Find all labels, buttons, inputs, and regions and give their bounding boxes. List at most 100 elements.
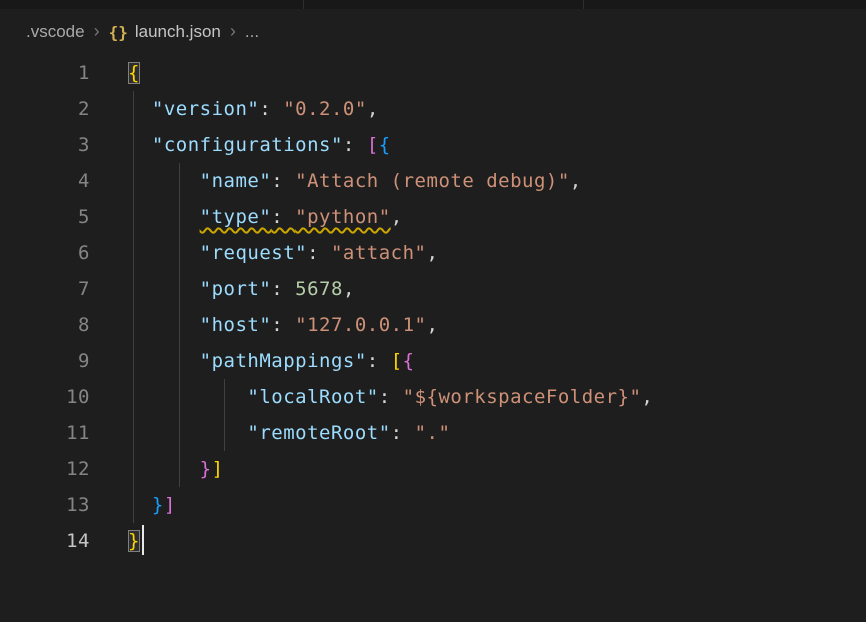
token: "pathMappings" bbox=[200, 350, 367, 372]
line-number[interactable]: 3 bbox=[0, 127, 90, 163]
code-line[interactable]: 6 "request": "attach", bbox=[0, 235, 866, 271]
code-content: "request": "attach", bbox=[90, 235, 438, 271]
token: } bbox=[200, 458, 212, 480]
token: } bbox=[152, 494, 164, 516]
code-line[interactable]: 4 "name": "Attach (remote debug)", bbox=[0, 163, 866, 199]
code-content: "pathMappings": [{ bbox=[90, 343, 415, 379]
code-line[interactable]: 5 "type": "python", bbox=[0, 199, 866, 235]
tab-bar-edge bbox=[0, 0, 866, 9]
token: : bbox=[271, 314, 295, 336]
token: "${workspaceFolder}" bbox=[403, 386, 642, 408]
token: : bbox=[367, 350, 391, 372]
token bbox=[128, 314, 200, 336]
code-line[interactable]: 3 "configurations": [{ bbox=[0, 127, 866, 163]
token: "request" bbox=[200, 242, 307, 264]
token: : bbox=[391, 422, 415, 444]
code-line[interactable]: 2 "version": "0.2.0", bbox=[0, 91, 866, 127]
code-content: }] bbox=[90, 451, 224, 487]
tab-divider bbox=[303, 0, 304, 9]
token: "port" bbox=[200, 278, 272, 300]
token: : bbox=[307, 242, 331, 264]
token: "127.0.0.1" bbox=[295, 314, 426, 336]
token bbox=[128, 206, 200, 228]
code-content: "host": "127.0.0.1", bbox=[90, 307, 438, 343]
token: "name" bbox=[200, 170, 272, 192]
token: "configurations" bbox=[152, 134, 343, 156]
chevron-right-icon: › bbox=[94, 21, 100, 42]
code-content: "version": "0.2.0", bbox=[90, 91, 379, 127]
code-content: }] bbox=[90, 487, 176, 523]
token: , bbox=[427, 314, 439, 336]
token: [ bbox=[391, 350, 403, 372]
token: , bbox=[641, 386, 653, 408]
matched-bracket: } bbox=[128, 530, 140, 552]
line-number[interactable]: 10 bbox=[0, 379, 90, 415]
token: , bbox=[367, 98, 379, 120]
line-number[interactable]: 6 bbox=[0, 235, 90, 271]
token: "remoteRoot" bbox=[247, 422, 390, 444]
token: : bbox=[259, 98, 283, 120]
editor[interactable]: 1{2 "version": "0.2.0",3 "configurations… bbox=[0, 55, 866, 622]
code-content: { bbox=[90, 55, 140, 91]
token: "localRoot" bbox=[247, 386, 378, 408]
code-line[interactable]: 7 "port": 5678, bbox=[0, 271, 866, 307]
line-number[interactable]: 1 bbox=[0, 55, 90, 91]
token: , bbox=[570, 170, 582, 192]
token: : bbox=[379, 386, 403, 408]
token: : bbox=[343, 134, 367, 156]
code-content: "name": "Attach (remote debug)", bbox=[90, 163, 582, 199]
token: "attach" bbox=[331, 242, 427, 264]
line-number[interactable]: 9 bbox=[0, 343, 90, 379]
line-number[interactable]: 4 bbox=[0, 163, 90, 199]
code-line[interactable]: 10 "localRoot": "${workspaceFolder}", bbox=[0, 379, 866, 415]
code-content: "localRoot": "${workspaceFolder}", bbox=[90, 379, 653, 415]
token bbox=[128, 134, 152, 156]
line-number[interactable]: 8 bbox=[0, 307, 90, 343]
line-number[interactable]: 11 bbox=[0, 415, 90, 451]
token: "type" bbox=[200, 206, 272, 228]
token: : bbox=[271, 278, 295, 300]
line-number[interactable]: 14 bbox=[0, 523, 90, 559]
token bbox=[128, 98, 152, 120]
json-file-icon: {} bbox=[109, 23, 128, 42]
line-number[interactable]: 12 bbox=[0, 451, 90, 487]
token: "host" bbox=[200, 314, 272, 336]
code-content: "port": 5678, bbox=[90, 271, 355, 307]
token: { bbox=[403, 350, 415, 372]
breadcrumb-file-label: launch.json bbox=[135, 22, 221, 42]
code-line[interactable]: 8 "host": "127.0.0.1", bbox=[0, 307, 866, 343]
token: "python" bbox=[295, 206, 391, 228]
line-number[interactable]: 7 bbox=[0, 271, 90, 307]
breadcrumb-folder[interactable]: .vscode bbox=[26, 22, 85, 42]
token bbox=[128, 386, 247, 408]
token: , bbox=[391, 206, 403, 228]
code-line[interactable]: 11 "remoteRoot": "." bbox=[0, 415, 866, 451]
code-content: "type": "python", bbox=[90, 199, 403, 235]
line-number[interactable]: 5 bbox=[0, 199, 90, 235]
token bbox=[128, 422, 247, 444]
token bbox=[128, 242, 200, 264]
code-line[interactable]: 14} bbox=[0, 523, 866, 559]
line-number[interactable]: 13 bbox=[0, 487, 90, 523]
code-line[interactable]: 9 "pathMappings": [{ bbox=[0, 343, 866, 379]
tab-divider bbox=[583, 0, 584, 9]
code-area[interactable]: 1{2 "version": "0.2.0",3 "configurations… bbox=[0, 55, 866, 559]
code-line[interactable]: 1{ bbox=[0, 55, 866, 91]
code-content: } bbox=[90, 523, 144, 559]
code-line[interactable]: 12 }] bbox=[0, 451, 866, 487]
token bbox=[128, 278, 200, 300]
token: , bbox=[343, 278, 355, 300]
line-number[interactable]: 2 bbox=[0, 91, 90, 127]
token: ] bbox=[164, 494, 176, 516]
token: "0.2.0" bbox=[283, 98, 367, 120]
breadcrumb-file[interactable]: {} launch.json bbox=[109, 22, 221, 42]
code-content: "configurations": [{ bbox=[90, 127, 391, 163]
breadcrumb-more[interactable]: ... bbox=[245, 22, 259, 42]
code-line[interactable]: 13 }] bbox=[0, 487, 866, 523]
token: : bbox=[271, 206, 295, 228]
token: "Attach (remote debug)" bbox=[295, 170, 570, 192]
text-cursor bbox=[142, 525, 145, 555]
chevron-right-icon: › bbox=[230, 21, 236, 42]
token bbox=[128, 170, 200, 192]
token bbox=[128, 458, 200, 480]
